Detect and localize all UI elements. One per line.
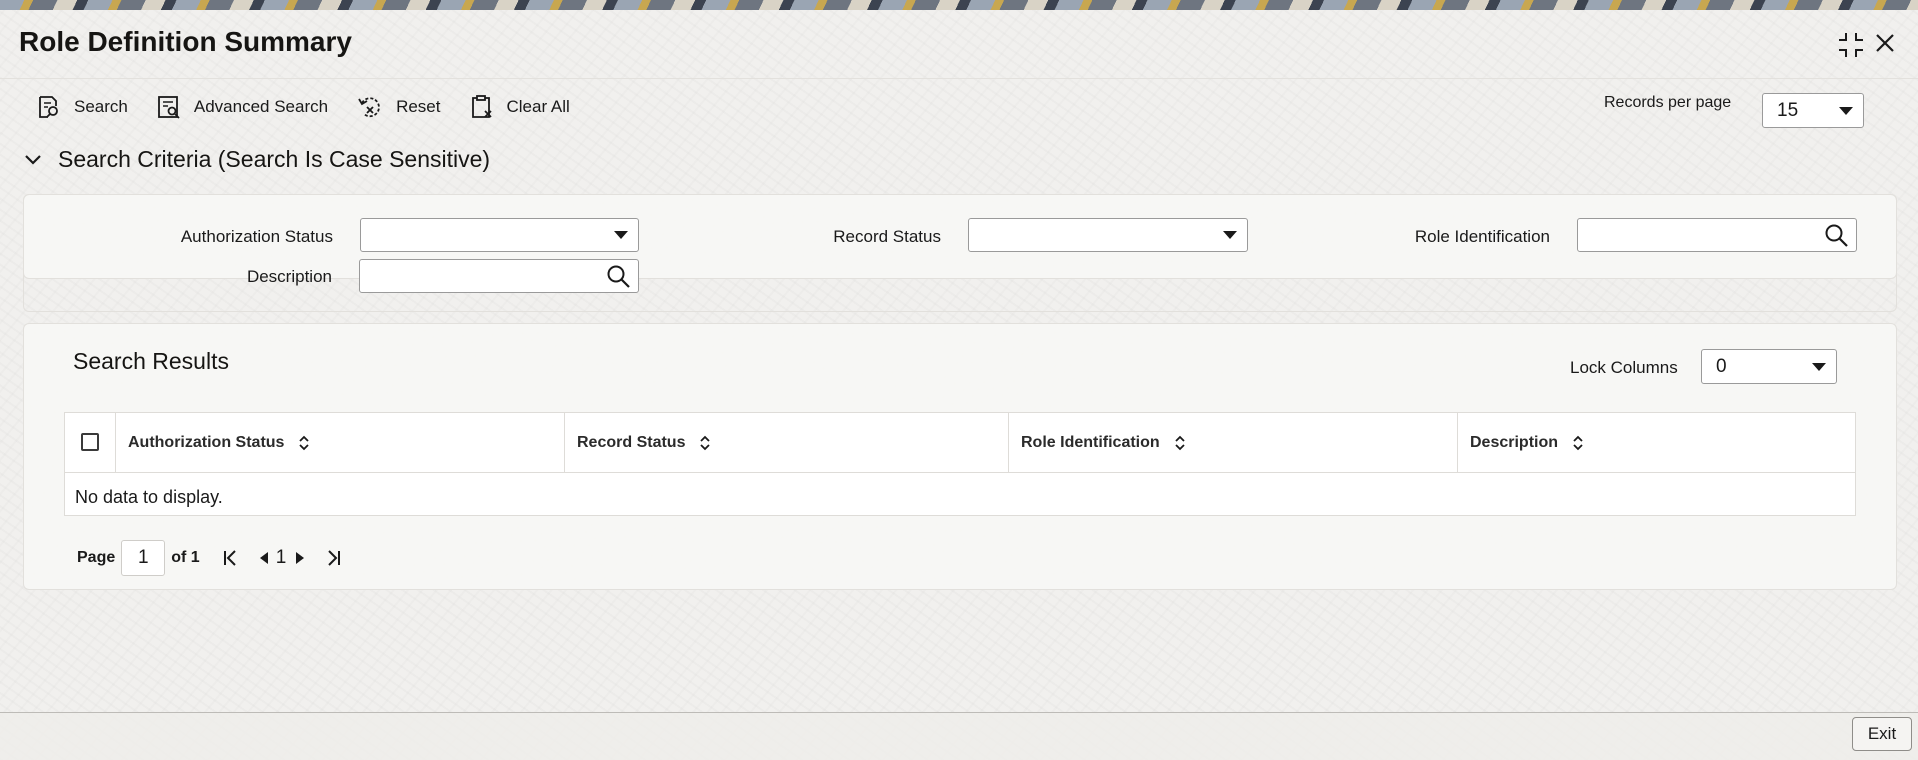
search-form-icon bbox=[39, 96, 58, 118]
record-status-label: Record Status bbox=[833, 227, 941, 246]
column-header-role-identification[interactable]: Role Identification bbox=[1008, 413, 1457, 472]
first-page-button[interactable] bbox=[222, 549, 238, 567]
search-criteria-heading: Search Criteria (Search Is Case Sensitiv… bbox=[58, 146, 491, 172]
toolbar: Search Advanced Search Reset Clear All bbox=[36, 92, 598, 122]
footer-bar bbox=[0, 713, 1918, 760]
exit-button-label: Exit bbox=[1867, 724, 1897, 743]
page-number-input[interactable]: 1 bbox=[121, 540, 166, 576]
sort-icon bbox=[1174, 435, 1186, 451]
next-page-icon bbox=[296, 552, 305, 564]
page-label: Page bbox=[77, 549, 116, 566]
first-page-icon bbox=[223, 550, 236, 566]
clear-all-button[interactable]: Clear All bbox=[469, 94, 570, 120]
last-page-button[interactable] bbox=[326, 549, 342, 567]
authorization-status-select[interactable] bbox=[360, 218, 639, 252]
sort-icon bbox=[1572, 435, 1584, 451]
column-header-description[interactable]: Description bbox=[1457, 413, 1855, 472]
chevron-down-icon bbox=[1839, 106, 1853, 115]
search-icon[interactable] bbox=[606, 264, 632, 290]
search-icon[interactable] bbox=[1824, 223, 1850, 249]
sort-icon bbox=[699, 435, 711, 451]
previous-page-icon bbox=[259, 552, 268, 564]
role-identification-input[interactable] bbox=[1577, 218, 1857, 252]
lock-columns-label: Lock Columns bbox=[1570, 358, 1678, 377]
collapse-icon bbox=[1839, 33, 1863, 57]
search-criteria-toggle[interactable]: Search Criteria (Search Is Case Sensitiv… bbox=[24, 146, 490, 173]
current-page-number: 1 bbox=[275, 547, 287, 568]
record-status-select[interactable] bbox=[968, 218, 1248, 252]
results-table: Authorization Status Record Status Role … bbox=[64, 412, 1856, 516]
authorization-status-label: Authorization Status bbox=[180, 227, 333, 246]
records-per-page-value: 15 bbox=[1777, 99, 1799, 121]
description-input[interactable] bbox=[359, 259, 639, 293]
chevron-down-icon bbox=[1223, 231, 1237, 239]
sort-icon bbox=[298, 435, 310, 451]
clipboard-clear-icon bbox=[471, 95, 492, 118]
chevron-down-icon bbox=[25, 154, 41, 165]
previous-page-button[interactable] bbox=[258, 551, 270, 565]
select-all-checkbox[interactable] bbox=[81, 433, 99, 451]
lock-columns-select[interactable]: 0 bbox=[1701, 349, 1837, 384]
reset-icon bbox=[358, 97, 380, 118]
decorative-banner bbox=[0, 0, 1918, 10]
search-results-heading: Search Results bbox=[73, 348, 229, 374]
empty-table-message: No data to display. bbox=[75, 487, 223, 507]
reset-button[interactable]: Reset bbox=[356, 94, 441, 120]
chevron-down-icon bbox=[614, 231, 628, 239]
column-header-record-status[interactable]: Record Status bbox=[564, 413, 1008, 472]
page-count-label: of 1 bbox=[171, 549, 200, 566]
description-label: Description bbox=[246, 267, 332, 286]
clear-all-button-label: Clear All bbox=[506, 97, 570, 116]
advanced-search-button[interactable]: Advanced Search bbox=[156, 94, 328, 120]
table-header: Authorization Status Record Status Role … bbox=[65, 413, 1855, 473]
page-title: Role Definition Summary bbox=[19, 26, 352, 57]
last-page-icon bbox=[328, 550, 341, 566]
search-button-label: Search bbox=[74, 97, 128, 116]
advanced-search-icon bbox=[157, 96, 180, 119]
exit-button[interactable]: Exit bbox=[1852, 717, 1912, 751]
role-identification-label: Role Identification bbox=[1414, 227, 1550, 246]
advanced-search-button-label: Advanced Search bbox=[193, 97, 329, 116]
records-per-page-label: Records per page bbox=[1604, 94, 1732, 111]
close-button[interactable] bbox=[1872, 30, 1898, 56]
collapse-button[interactable] bbox=[1836, 30, 1866, 60]
next-page-button[interactable] bbox=[294, 551, 306, 565]
records-per-page-select[interactable]: 15 bbox=[1762, 93, 1864, 128]
title-divider bbox=[0, 78, 1918, 79]
reset-button-label: Reset bbox=[396, 97, 441, 116]
column-header-authorization-status[interactable]: Authorization Status bbox=[115, 413, 564, 472]
pagination: Page 1 of 1 1 bbox=[77, 540, 342, 576]
lock-columns-value: 0 bbox=[1716, 355, 1727, 377]
search-button[interactable]: Search bbox=[36, 94, 128, 120]
chevron-down-icon bbox=[1812, 362, 1826, 371]
close-icon bbox=[1876, 34, 1894, 52]
